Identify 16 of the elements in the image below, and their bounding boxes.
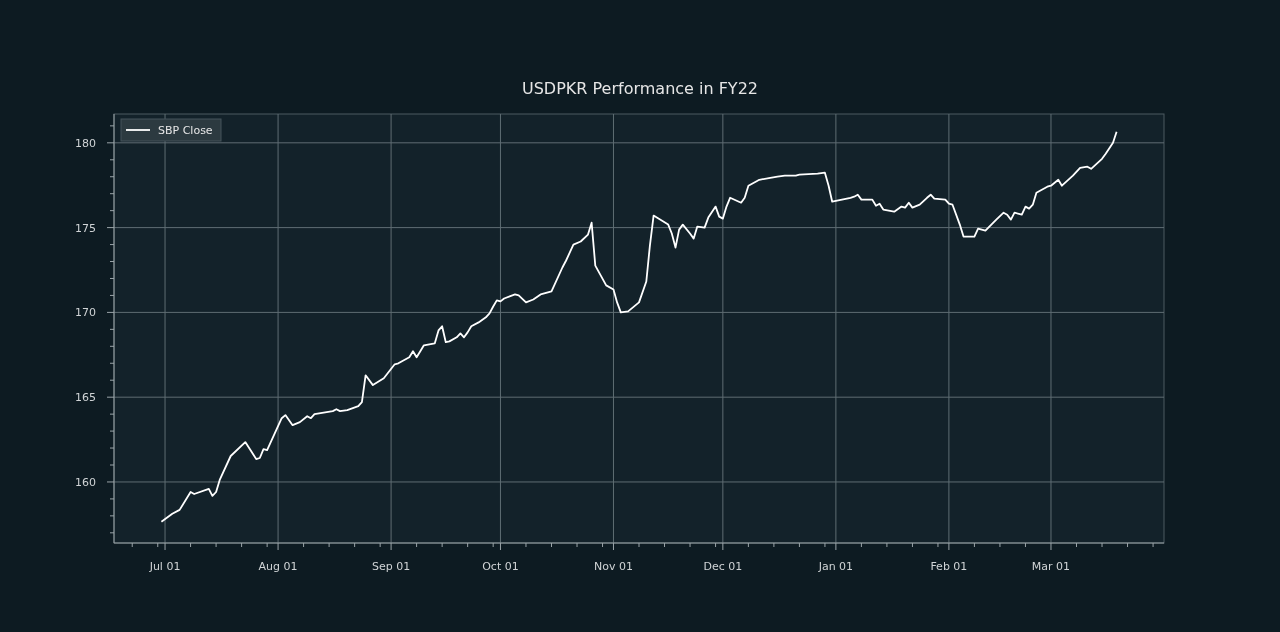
y-tick-label: 175 [75,221,96,235]
x-tick-label: Feb 01 [930,560,968,573]
x-tick-label: Sep 01 [371,560,411,573]
y-tick-label: 180 [75,136,96,150]
x-tick-label: Aug 01 [258,560,298,573]
x-tick-label: Dec 01 [703,560,743,573]
x-tick-label: Mar 01 [1031,560,1071,573]
x-tick-label: Oct 01 [482,560,519,573]
x-tick-label: Nov 01 [594,560,633,573]
y-tick-label: 160 [75,475,96,489]
y-tick-label: 170 [75,306,96,320]
x-tick-label: Jan 01 [818,560,854,573]
legend-label: SBP Close [158,124,213,137]
chart-title: USDPKR Performance in FY22 [522,79,758,98]
y-tick-label: 165 [75,391,96,405]
x-tick-label: Jul 01 [149,560,181,573]
